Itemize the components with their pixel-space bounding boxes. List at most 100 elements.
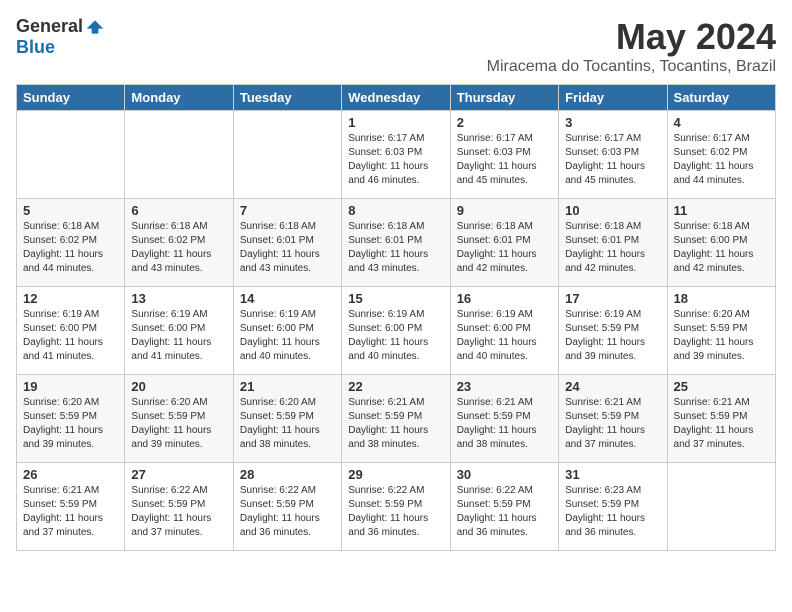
day-number: 27 xyxy=(131,467,226,482)
day-info: Sunrise: 6:18 AM Sunset: 6:01 PM Dayligh… xyxy=(565,221,645,274)
calendar-cell: 26 Sunrise: 6:21 AM Sunset: 5:59 PM Dayli… xyxy=(17,463,125,551)
day-info: Sunrise: 6:22 AM Sunset: 5:59 PM Dayligh… xyxy=(131,485,211,538)
calendar-cell: 31Sunrise: 6:23 AM Sunset: 5:59 PM Dayli… xyxy=(559,463,667,551)
calendar-cell: 4 Sunrise: 6:17 AM Sunset: 6:02 PM Daylig… xyxy=(667,111,775,199)
calendar-cell: 2 Sunrise: 6:17 AM Sunset: 6:03 PM Daylig… xyxy=(450,111,558,199)
calendar-cell: 14 Sunrise: 6:19 AM Sunset: 6:00 PM Dayli… xyxy=(233,287,341,375)
calendar-cell: 30 Sunrise: 6:22 AM Sunset: 5:59 PM Dayli… xyxy=(450,463,558,551)
calendar-cell: 21Sunrise: 6:20 AM Sunset: 5:59 PM Dayli… xyxy=(233,375,341,463)
calendar-cell: 18 Sunrise: 6:20 AM Sunset: 5:59 PM Dayli… xyxy=(667,287,775,375)
day-number: 12 xyxy=(23,291,118,306)
weekday-header-wednesday: Wednesday xyxy=(342,85,450,111)
day-info: Sunrise: 6:19 AM Sunset: 6:00 PM Dayligh… xyxy=(348,309,428,362)
calendar-cell: 15Sunrise: 6:19 AM Sunset: 6:00 PM Dayli… xyxy=(342,287,450,375)
day-number: 5 xyxy=(23,203,118,218)
day-number: 13 xyxy=(131,291,226,306)
day-number: 4 xyxy=(674,115,769,130)
day-info: Sunrise: 6:18 AM Sunset: 6:01 PM Dayligh… xyxy=(348,221,428,274)
week-row-5: 26 Sunrise: 6:21 AM Sunset: 5:59 PM Dayli… xyxy=(17,463,776,551)
day-number: 23 xyxy=(457,379,552,394)
calendar-cell xyxy=(667,463,775,551)
calendar-cell: 5 Sunrise: 6:18 AM Sunset: 6:02 PM Daylig… xyxy=(17,199,125,287)
calendar-cell: 7Sunrise: 6:18 AM Sunset: 6:01 PM Daylig… xyxy=(233,199,341,287)
day-info: Sunrise: 6:18 AM Sunset: 6:00 PM Dayligh… xyxy=(674,221,754,274)
weekday-header-friday: Friday xyxy=(559,85,667,111)
day-info: Sunrise: 6:22 AM Sunset: 5:59 PM Dayligh… xyxy=(348,485,428,538)
day-info: Sunrise: 6:22 AM Sunset: 5:59 PM Dayligh… xyxy=(457,485,537,538)
calendar-cell: 10Sunrise: 6:18 AM Sunset: 6:01 PM Dayli… xyxy=(559,199,667,287)
day-info: Sunrise: 6:17 AM Sunset: 6:03 PM Dayligh… xyxy=(348,133,428,186)
calendar-cell xyxy=(233,111,341,199)
day-number: 1 xyxy=(348,115,443,130)
day-info: Sunrise: 6:21 AM Sunset: 5:59 PM Dayligh… xyxy=(23,485,103,538)
day-info: Sunrise: 6:17 AM Sunset: 6:02 PM Dayligh… xyxy=(674,133,754,186)
day-info: Sunrise: 6:19 AM Sunset: 6:00 PM Dayligh… xyxy=(23,309,103,362)
day-number: 11 xyxy=(674,203,769,218)
day-info: Sunrise: 6:18 AM Sunset: 6:02 PM Dayligh… xyxy=(131,221,211,274)
day-info: Sunrise: 6:21 AM Sunset: 5:59 PM Dayligh… xyxy=(457,397,537,450)
calendar-cell: 1 Sunrise: 6:17 AM Sunset: 6:03 PM Daylig… xyxy=(342,111,450,199)
calendar-cell: 16Sunrise: 6:19 AM Sunset: 6:00 PM Dayli… xyxy=(450,287,558,375)
day-info: Sunrise: 6:18 AM Sunset: 6:01 PM Dayligh… xyxy=(457,221,537,274)
calendar-cell: 19 Sunrise: 6:20 AM Sunset: 5:59 PM Dayli… xyxy=(17,375,125,463)
calendar-cell: 29 Sunrise: 6:22 AM Sunset: 5:59 PM Dayli… xyxy=(342,463,450,551)
calendar-cell xyxy=(125,111,233,199)
calendar-cell xyxy=(17,111,125,199)
logo-blue-text: Blue xyxy=(16,37,55,58)
week-row-3: 12 Sunrise: 6:19 AM Sunset: 6:00 PM Dayli… xyxy=(17,287,776,375)
day-number: 8 xyxy=(348,203,443,218)
weekday-header-monday: Monday xyxy=(125,85,233,111)
day-number: 30 xyxy=(457,467,552,482)
day-number: 25 xyxy=(674,379,769,394)
day-number: 20 xyxy=(131,379,226,394)
weekday-header-sunday: Sunday xyxy=(17,85,125,111)
day-info: Sunrise: 6:20 AM Sunset: 5:59 PM Dayligh… xyxy=(131,397,211,450)
calendar-cell: 28 Sunrise: 6:22 AM Sunset: 5:59 PM Dayli… xyxy=(233,463,341,551)
day-info: Sunrise: 6:23 AM Sunset: 5:59 PM Dayligh… xyxy=(565,485,645,538)
day-number: 17 xyxy=(565,291,660,306)
day-info: Sunrise: 6:21 AM Sunset: 5:59 PM Dayligh… xyxy=(565,397,645,450)
weekday-header-saturday: Saturday xyxy=(667,85,775,111)
calendar-cell: 6Sunrise: 6:18 AM Sunset: 6:02 PM Daylig… xyxy=(125,199,233,287)
day-info: Sunrise: 6:20 AM Sunset: 5:59 PM Dayligh… xyxy=(674,309,754,362)
day-info: Sunrise: 6:22 AM Sunset: 5:59 PM Dayligh… xyxy=(240,485,320,538)
day-info: Sunrise: 6:19 AM Sunset: 5:59 PM Dayligh… xyxy=(565,309,645,362)
calendar-table: SundayMondayTuesdayWednesdayThursdayFrid… xyxy=(16,84,776,551)
calendar-cell: 11 Sunrise: 6:18 AM Sunset: 6:00 PM Dayli… xyxy=(667,199,775,287)
day-info: Sunrise: 6:21 AM Sunset: 5:59 PM Dayligh… xyxy=(348,397,428,450)
day-number: 28 xyxy=(240,467,335,482)
calendar-cell: 24 Sunrise: 6:21 AM Sunset: 5:59 PM Dayli… xyxy=(559,375,667,463)
day-number: 14 xyxy=(240,291,335,306)
day-info: Sunrise: 6:19 AM Sunset: 6:00 PM Dayligh… xyxy=(131,309,211,362)
day-number: 29 xyxy=(348,467,443,482)
day-number: 19 xyxy=(23,379,118,394)
day-info: Sunrise: 6:20 AM Sunset: 5:59 PM Dayligh… xyxy=(23,397,103,450)
day-info: Sunrise: 6:18 AM Sunset: 6:02 PM Dayligh… xyxy=(23,221,103,274)
day-number: 9 xyxy=(457,203,552,218)
month-title: May 2024 xyxy=(487,16,776,58)
day-number: 2 xyxy=(457,115,552,130)
weekday-header-thursday: Thursday xyxy=(450,85,558,111)
day-info: Sunrise: 6:17 AM Sunset: 6:03 PM Dayligh… xyxy=(565,133,645,186)
day-number: 26 xyxy=(23,467,118,482)
logo-general-text: General xyxy=(16,16,83,37)
calendar-cell: 23 Sunrise: 6:21 AM Sunset: 5:59 PM Dayli… xyxy=(450,375,558,463)
day-info: Sunrise: 6:17 AM Sunset: 6:03 PM Dayligh… xyxy=(457,133,537,186)
day-info: Sunrise: 6:20 AM Sunset: 5:59 PM Dayligh… xyxy=(240,397,320,450)
calendar-cell: 17 Sunrise: 6:19 AM Sunset: 5:59 PM Dayli… xyxy=(559,287,667,375)
location-subtitle: Miracema do Tocantins, Tocantins, Brazil xyxy=(487,58,776,76)
page-header: General Blue May 2024 Miracema do Tocant… xyxy=(16,16,776,76)
week-row-2: 5 Sunrise: 6:18 AM Sunset: 6:02 PM Daylig… xyxy=(17,199,776,287)
calendar-cell: 13 Sunrise: 6:19 AM Sunset: 6:00 PM Dayli… xyxy=(125,287,233,375)
day-number: 18 xyxy=(674,291,769,306)
weekday-header-row: SundayMondayTuesdayWednesdayThursdayFrid… xyxy=(17,85,776,111)
day-number: 24 xyxy=(565,379,660,394)
weekday-header-tuesday: Tuesday xyxy=(233,85,341,111)
calendar-cell: 9 Sunrise: 6:18 AM Sunset: 6:01 PM Daylig… xyxy=(450,199,558,287)
day-info: Sunrise: 6:19 AM Sunset: 6:00 PM Dayligh… xyxy=(240,309,320,362)
day-info: Sunrise: 6:18 AM Sunset: 6:01 PM Dayligh… xyxy=(240,221,320,274)
day-number: 3 xyxy=(565,115,660,130)
logo: General Blue xyxy=(16,16,105,58)
day-number: 22 xyxy=(348,379,443,394)
calendar-cell: 27 Sunrise: 6:22 AM Sunset: 5:59 PM Dayli… xyxy=(125,463,233,551)
